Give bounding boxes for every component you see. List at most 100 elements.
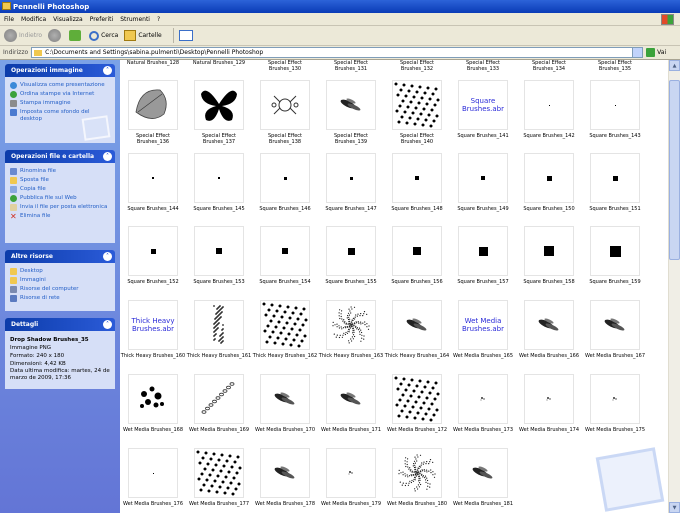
email-file-link[interactable]: Invia il file per posta elettronica [10,204,110,211]
menu-tools[interactable]: Strumenti [120,16,150,23]
file-thumbnail[interactable] [326,226,376,276]
file-thumbnail[interactable] [392,80,442,130]
my-computer-link[interactable]: Risorse del computer [10,286,110,293]
file-thumbnail[interactable] [128,153,178,203]
desktop-link[interactable]: Desktop [10,268,110,275]
file-thumbnail[interactable] [458,448,508,498]
file-thumbnail[interactable] [458,153,508,203]
print-image-link[interactable]: Stampa immagine [10,100,110,107]
forward-button[interactable] [48,29,63,42]
file-tasks-header[interactable]: Operazioni file e cartella ˄ [5,150,115,163]
file-thumbnail[interactable] [392,226,442,276]
scroll-thumb[interactable] [669,80,680,260]
brush-preview [152,472,154,474]
file-thumbnail[interactable] [326,80,376,130]
file-thumbnail[interactable] [524,80,574,130]
file-thumbnail[interactable] [590,300,640,350]
order-prints-link[interactable]: Ordina stampe via Internet [10,91,110,98]
pictures-link[interactable]: Immagini [10,277,110,284]
file-label: Square Brushes_157 [457,279,509,285]
address-label: Indirizzo [3,49,29,56]
folders-icon [124,30,137,41]
file-thumbnail[interactable] [326,448,376,498]
file-thumbnail[interactable] [392,448,442,498]
file-thumbnail[interactable] [128,448,178,498]
file-thumbnail[interactable] [260,153,310,203]
file-thumbnail[interactable] [392,300,442,350]
panel-title: Altre risorse [11,253,53,260]
network-link[interactable]: Risorse di rete [10,295,110,302]
chevron-up-icon[interactable]: ˄ [103,252,112,261]
scroll-down-arrow-icon[interactable]: ▼ [669,502,680,513]
file-thumbnail[interactable] [128,374,178,424]
file-thumbnail[interactable]: Wet Media Brushes.abr [458,300,508,350]
brush-preview [548,104,550,106]
menu-view[interactable]: Visualizza [53,16,83,23]
file-label: Wet Media Brushes_170 [254,427,316,433]
watermark-icon [81,115,111,141]
chevron-down-icon[interactable] [632,48,643,57]
chevron-up-icon[interactable]: ˄ [103,152,112,161]
up-folder-button[interactable] [69,30,83,41]
file-thumbnail[interactable] [194,153,244,203]
file-thumbnail[interactable] [458,226,508,276]
details-header[interactable]: Dettagli ˄ [5,318,115,331]
file-thumbnail[interactable] [524,374,574,424]
views-button[interactable] [178,30,195,41]
delete-file-link[interactable]: ✕ Elimina file [10,213,110,221]
file-thumbnail[interactable] [392,153,442,203]
file-thumbnail[interactable] [524,153,574,203]
chevron-up-icon[interactable]: ˄ [103,66,112,75]
file-thumbnail[interactable]: Thick Heavy Brushes.abr [128,300,178,350]
file-thumbnail[interactable] [392,374,442,424]
menu-favorites[interactable]: Preferiti [90,16,114,23]
slideshow-link[interactable]: Visualizza come presentazione [10,82,110,89]
file-thumbnail[interactable] [524,300,574,350]
brush-preview [609,245,621,257]
file-thumbnail[interactable] [128,226,178,276]
file-thumbnail[interactable] [194,300,244,350]
publish-web-link[interactable]: Pubblica file sul Web [10,195,110,202]
folders-button[interactable]: Cartelle [124,30,162,41]
file-thumbnail[interactable] [590,374,640,424]
file-thumbnail[interactable] [524,226,574,276]
address-field[interactable]: C:\Documents and Settings\sabina.pulment… [31,47,644,58]
chevron-up-icon[interactable]: ˄ [103,320,112,329]
file-label: Special Effect Brushes_134 [532,60,566,72]
rename-file-link[interactable]: Rinomina file [10,168,110,175]
file-thumbnail[interactable] [194,80,244,130]
file-thumbnail[interactable] [260,374,310,424]
file-thumbnail[interactable] [326,300,376,350]
other-places-header[interactable]: Altre risorse ˄ [5,250,115,263]
search-button[interactable]: Cerca [89,30,118,41]
file-thumbnail[interactable] [590,226,640,276]
go-button[interactable]: Vai [646,48,666,57]
file-label: Special Effect Brushes_132 [400,60,434,72]
image-tasks-header[interactable]: Operazioni immagine ˄ [5,64,115,77]
file-thumbnail[interactable] [260,448,310,498]
file-thumbnail[interactable] [260,80,310,130]
scroll-up-arrow-icon[interactable]: ▲ [669,60,680,71]
file-thumbnail[interactable] [194,374,244,424]
move-icon [10,177,17,184]
back-button[interactable]: Indietro [4,29,42,42]
vertical-scrollbar[interactable]: ▲ ▼ [668,60,680,513]
file-label: Special Effect Brushes_137 [202,133,236,145]
menu-help[interactable]: ? [157,16,160,23]
file-thumbnail[interactable] [194,448,244,498]
file-thumbnail[interactable] [194,226,244,276]
copy-file-link[interactable]: Copia file [10,186,110,193]
file-thumbnail[interactable]: Square Brushes.abr [458,80,508,130]
file-thumbnail[interactable] [590,153,640,203]
file-thumbnail[interactable] [458,374,508,424]
menu-file[interactable]: File [4,16,14,23]
file-thumbnail[interactable] [260,226,310,276]
file-thumbnail[interactable] [128,80,178,130]
file-thumbnail[interactable] [326,374,376,424]
file-thumbnail[interactable] [260,300,310,350]
file-thumbnail[interactable] [326,153,376,203]
forward-arrow-icon [48,29,62,42]
menu-edit[interactable]: Modifica [21,16,46,23]
file-thumbnail[interactable] [590,80,640,130]
move-file-link[interactable]: Sposta file [10,177,110,184]
